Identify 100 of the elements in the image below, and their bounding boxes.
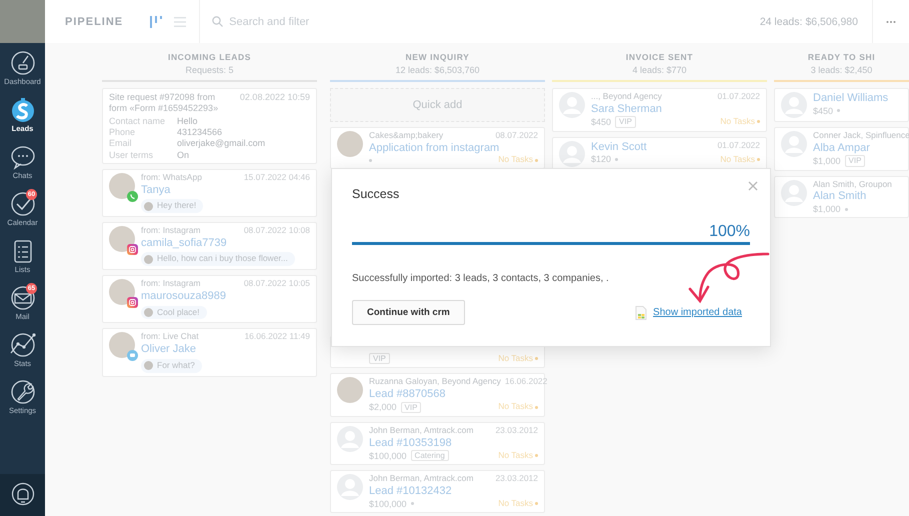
lead-card[interactable]: Daniel Williams $450 [774, 88, 909, 122]
lead-contact: ..., Beyond Agency [591, 92, 662, 102]
settings-icon [10, 379, 36, 405]
lead-price: $450 [813, 106, 834, 116]
column-summary: Requests: 5 [185, 65, 234, 75]
column-title: NEW INQUIRY [406, 52, 470, 62]
lead-name[interactable]: Lead #10353198 [369, 436, 538, 450]
search-field[interactable]: Search and filter [227, 14, 592, 28]
lead-contact: John Berman, Amtrack.com [369, 426, 474, 436]
tasks-status: No Tasks [720, 154, 760, 164]
sender-avatar-photo-placeholder [144, 308, 153, 317]
continue-button[interactable]: Continue with crm [352, 300, 465, 325]
avatar-photo-placeholder [109, 172, 135, 199]
search-icon [212, 16, 224, 27]
lead-tag[interactable]: VIP [615, 116, 636, 128]
empty-tag-dot [844, 208, 848, 211]
lead-price: $2,000 [369, 402, 397, 412]
sender-avatar-photo-placeholder [144, 202, 153, 211]
lead-name[interactable]: Daniel Williams [813, 92, 888, 105]
page-title: PIPELINE [65, 16, 124, 28]
quick-add-button[interactable]: Quick add [330, 88, 545, 122]
tasks-status: No Tasks [498, 402, 538, 412]
tasks-status: No Tasks [498, 499, 538, 509]
sender-avatar-photo-placeholder [144, 254, 153, 264]
close-icon[interactable] [748, 181, 758, 191]
spreadsheet-file-icon [635, 306, 648, 320]
field-value: oliverjake@gmail.com [177, 138, 266, 149]
lead-price: $100,000 [369, 498, 407, 510]
stats-icon [10, 332, 36, 358]
lead-name[interactable]: Alba Ampar [813, 142, 902, 154]
tasks-status: No Tasks [498, 155, 538, 166]
contact-name[interactable]: maurosouza8989 [141, 290, 310, 303]
contact-name[interactable]: camila_sofia7739 [141, 236, 310, 250]
column-title: INVOICE SENT [626, 52, 694, 62]
sender-avatar-photo-placeholder [144, 361, 153, 370]
lead-name[interactable]: Application from instagram [369, 142, 538, 154]
lead-tag[interactable]: Catering [410, 450, 449, 462]
avatar-photo-placeholder [109, 332, 135, 358]
chat-source: from: WhatsApp [141, 172, 202, 183]
lead-price: $100,000 [369, 450, 407, 461]
lead-tag[interactable]: VIP [369, 352, 390, 364]
chat-source: from: Instagram [141, 226, 201, 236]
empty-tag-dot [410, 502, 414, 506]
lead-contact: Ruzanna Galoyan, Beyond Agency [369, 377, 501, 387]
lead-name[interactable]: Lead #10132432 [369, 485, 538, 498]
mail-icon [10, 285, 36, 311]
column-title: READY TO SHI [808, 52, 876, 62]
message-text: Hey there! [157, 201, 196, 212]
chats-icon [10, 144, 36, 170]
request-title: Site request #972098 from form «Form #1659452293» [109, 92, 220, 114]
tasks-status: No Tasks [498, 354, 538, 364]
camera-icon [127, 244, 138, 256]
camera-icon [127, 297, 138, 308]
empty-tag-dot [837, 109, 840, 112]
message-text: For what? [157, 360, 195, 371]
calendar-icon [10, 191, 36, 217]
notifications-bell-icon[interactable] [10, 482, 34, 508]
lead-tag[interactable]: VIP [844, 155, 866, 167]
lead-price: $1,000 [813, 204, 841, 214]
chat-source: from: Live Chat [141, 332, 199, 342]
avatar-photo-placeholder [109, 279, 135, 306]
message-text: Cool place! [157, 308, 200, 318]
column-summary: 4 leads: $770 [632, 65, 687, 75]
lead-price: $1,000 [813, 156, 841, 166]
avatar-photo-placeholder [109, 226, 135, 252]
field-value: Hello [177, 116, 199, 126]
user-avatar-photo-placeholder[interactable] [0, 0, 45, 43]
empty-tag-dot [369, 158, 372, 162]
chat-source: from: Instagram [141, 279, 201, 289]
contact-name[interactable]: Oliver Jake [141, 343, 310, 356]
column-title: INCOMING LEADS [168, 52, 251, 62]
leads-total: $6,506,980 [805, 16, 858, 28]
lead-name[interactable]: Lead #8870568 [369, 388, 538, 401]
list-view-icon[interactable] [173, 14, 188, 28]
leads-icon [10, 97, 36, 123]
board-view-icon[interactable] [149, 14, 164, 28]
empty-tag-dot [615, 158, 618, 161]
progress-reading: 100% [709, 223, 750, 241]
lead-contact: Cakes&amp;bakery [369, 131, 444, 141]
tasks-status: No Tasks [720, 117, 760, 127]
lead-name[interactable]: Kevin Scott [591, 140, 647, 154]
lead-name[interactable]: Alan Smith [813, 190, 902, 203]
lead-name[interactable]: Sara Sherman [591, 102, 760, 116]
chat-bubble-icon [127, 350, 138, 362]
more-icon [886, 20, 896, 24]
contact-name[interactable]: Tanya [141, 184, 310, 196]
field-value: On [177, 150, 190, 160]
column-summary: 12 leads: $6,503,760 [395, 65, 480, 75]
column-summary: 3 leads: $2,450 [810, 65, 872, 75]
lead-tag[interactable]: VIP [400, 402, 422, 413]
lead-price: $120 [591, 154, 612, 165]
lead-contact: Alan Smith, Groupon [813, 180, 892, 190]
lead-contact: John Berman, Amtrack.com [369, 474, 474, 484]
lead-price: $450 [591, 116, 612, 128]
dashboard-icon [10, 50, 36, 76]
lead-card[interactable]: Alan Smith, Groupon Alan Smith $1,000 [774, 176, 909, 218]
avatar-photo-placeholder [337, 131, 363, 157]
show-imported-data-link[interactable]: Show imported data [653, 307, 742, 318]
tasks-status: No Tasks [498, 450, 538, 461]
import-message: Successfully imported: 3 leads, 3 contacts, 3 companies, . [352, 273, 610, 284]
